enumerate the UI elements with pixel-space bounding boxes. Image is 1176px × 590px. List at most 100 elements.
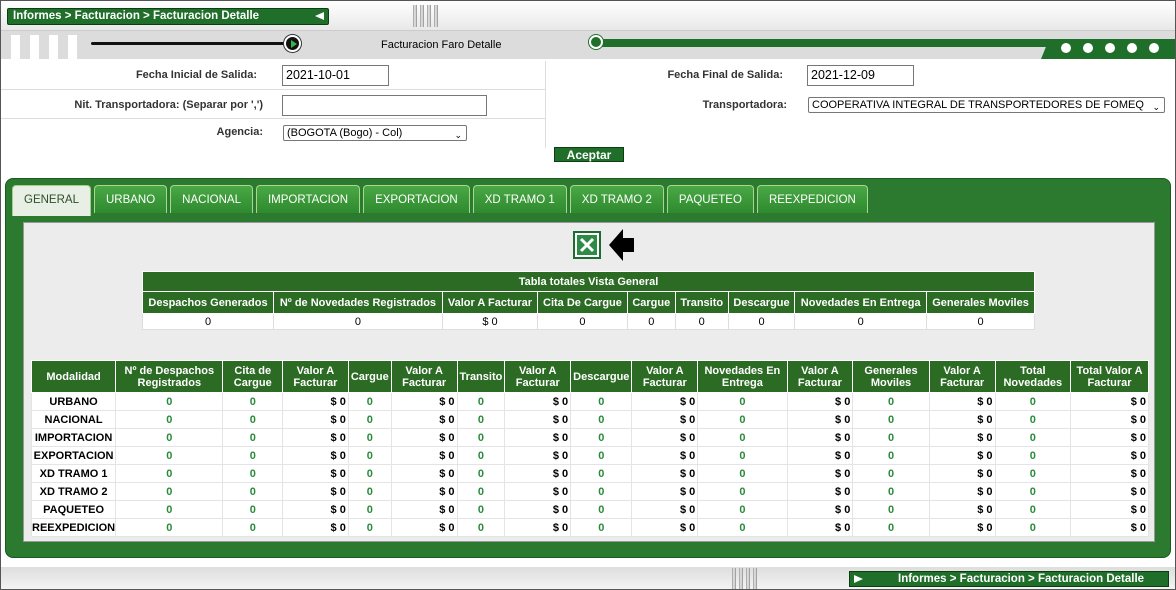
table-cell: 0 xyxy=(115,482,224,501)
table-cell: 0 xyxy=(115,392,224,411)
table-cell: $ 0 xyxy=(928,392,996,411)
breadcrumb[interactable]: Informes > Facturacion > Facturacion Det… xyxy=(7,8,329,25)
stripes-decoration xyxy=(11,35,77,59)
tab-general[interactable]: GENERAL xyxy=(12,185,91,216)
table-cell: $ 0 xyxy=(282,392,349,411)
detail-header-cell: Transito xyxy=(456,360,506,393)
tab-importacion[interactable]: IMPORTACION xyxy=(255,185,361,213)
tab-reexpedicion[interactable]: REEXPEDICION xyxy=(756,185,868,213)
table-cell: $ 0 xyxy=(282,518,349,537)
modalidad-cell: REEXPEDICION xyxy=(30,518,117,537)
summary-header-cell: Cargue xyxy=(626,291,676,314)
table-cell: $ 0 xyxy=(1070,428,1149,447)
detail-table: Modalidad Nº de Despachos Registrados Cita… xyxy=(30,360,1149,537)
table-cell: 0 xyxy=(456,482,506,501)
table-cell: $ 0 xyxy=(282,410,349,429)
summary-header-cell: Generales Moviles xyxy=(926,291,1035,314)
table-cell: $ 0 xyxy=(504,410,572,429)
table-cell: $ 0 xyxy=(390,518,458,537)
table-cell: 0 xyxy=(852,518,930,537)
table-cell: $ 0 xyxy=(786,428,854,447)
table-cell: 0 xyxy=(994,464,1072,483)
summary-values-row: 0 0 $ 0000000 xyxy=(141,313,1035,330)
tab-xd-tramo-2[interactable]: XD TRAMO 2 xyxy=(569,185,664,213)
table-cell: $ 0 xyxy=(631,518,699,537)
breadcrumb-text: Informes > Facturacion > Facturacion Det… xyxy=(13,10,260,22)
table-cell: 0 xyxy=(222,500,284,519)
table-row: XD TRAMO 2 0 0 $ 0 0 $ 0 0 $ 0 0 $ 0 0 $ 0 0 $ 0 0 $ 0 xyxy=(30,482,1149,501)
table-cell: 0 xyxy=(570,410,633,429)
modalidad-cell: NACIONAL xyxy=(30,410,117,429)
collapse-arrow-icon[interactable] xyxy=(315,12,324,20)
table-cell: $ 0 xyxy=(1070,482,1149,501)
table-cell: 0 xyxy=(697,392,788,411)
tab-exportacion[interactable]: EXPORTACION xyxy=(363,185,470,213)
table-cell: $ 0 xyxy=(1070,392,1149,411)
summary-value-cell: 0 xyxy=(926,313,1035,330)
table-cell: 0 xyxy=(347,392,392,411)
tab-content: Tabla totales Vista General Despachos Ge… xyxy=(23,222,1155,542)
table-cell: $ 0 xyxy=(282,446,349,465)
table-cell: 0 xyxy=(697,446,788,465)
summary-header-cell: Nº de Novedades Registrados xyxy=(273,291,443,314)
detail-header-cell: Valor A Facturar xyxy=(786,360,854,393)
tab-urbano[interactable]: URBANO xyxy=(93,185,168,213)
fecha-inicial-input[interactable]: 2021-10-01 xyxy=(282,65,389,86)
app-frame: Informes > Facturacion > Facturacion Det… xyxy=(0,0,1176,590)
table-cell: $ 0 xyxy=(282,500,349,519)
summary-header-cell: Cita De Cargue xyxy=(537,291,628,314)
top-strip: Informes > Facturacion > Facturacion Det… xyxy=(1,1,1175,31)
tab-xd-tramo-1[interactable]: XD TRAMO 1 xyxy=(472,185,567,213)
transportadora-select[interactable]: COOPERATIVA INTEGRAL DE TRANSPORTEDORES … xyxy=(808,97,1165,113)
summary-value-cell: 0 xyxy=(727,313,796,330)
play-knob-icon xyxy=(284,35,301,52)
summary-header-cell: Valor A Facturar xyxy=(441,291,539,314)
table-cell: $ 0 xyxy=(390,464,458,483)
table-cell: 0 xyxy=(115,518,224,537)
table-cell: $ 0 xyxy=(282,482,349,501)
table-cell: 0 xyxy=(697,428,788,447)
table-cell: $ 0 xyxy=(786,464,854,483)
tab-nacional[interactable]: NACIONAL xyxy=(170,185,253,213)
table-cell: 0 xyxy=(222,446,284,465)
table-cell: $ 0 xyxy=(786,500,854,519)
fecha-final-input[interactable]: 2021-12-09 xyxy=(807,65,914,86)
table-cell: 0 xyxy=(570,500,633,519)
table-cell: $ 0 xyxy=(282,428,349,447)
breadcrumb-bottom[interactable]: Informes > Facturacion > Facturacion Det… xyxy=(849,571,1169,587)
nit-input[interactable] xyxy=(282,95,487,116)
expand-arrow-icon[interactable] xyxy=(854,575,863,583)
table-cell: $ 0 xyxy=(390,392,458,411)
modalidad-cell: URBANO xyxy=(30,392,117,411)
table-cell: 0 xyxy=(697,410,788,429)
excel-export-icon[interactable] xyxy=(573,231,601,259)
table-cell: 0 xyxy=(456,500,506,519)
agencia-select[interactable]: (BOGOTA (Bogo) - Col) ⌄ xyxy=(283,125,467,141)
table-cell: 0 xyxy=(994,500,1072,519)
modalidad-cell: EXPORTACION xyxy=(30,446,117,465)
table-cell: $ 0 xyxy=(631,410,699,429)
aceptar-button[interactable]: Aceptar xyxy=(554,147,624,162)
filter-form: Fecha Inicial de Salida: 2021-10-01 Fech… xyxy=(1,61,1175,162)
table-cell: $ 0 xyxy=(390,428,458,447)
table-cell: 0 xyxy=(115,428,224,447)
table-cell: 0 xyxy=(456,446,506,465)
table-cell: $ 0 xyxy=(1070,410,1149,429)
table-cell: $ 0 xyxy=(390,482,458,501)
table-cell: 0 xyxy=(456,428,506,447)
summary-value-cell: 0 xyxy=(273,313,443,330)
detail-header-cell: Descargue xyxy=(570,360,633,393)
detail-header-cell: Valor A Facturar xyxy=(631,360,699,393)
table-cell: $ 0 xyxy=(928,446,996,465)
detail-header-cell: Total Novedades xyxy=(994,360,1072,393)
modalidad-cell: XD TRAMO 2 xyxy=(30,482,117,501)
summary-value-cell: 0 xyxy=(141,313,275,330)
table-cell: $ 0 xyxy=(390,446,458,465)
table-cell: 0 xyxy=(347,428,392,447)
green-dot-decoration xyxy=(589,35,603,49)
table-cell: 0 xyxy=(994,482,1072,501)
table-row: NACIONAL 0 0 $ 0 0 $ 0 0 $ 0 0 $ 0 0 $ 0 0 $ 0 0 $ 0 xyxy=(30,410,1149,429)
detail-header-cell: Modalidad xyxy=(30,360,117,393)
tab-paqueteo[interactable]: PAQUETEO xyxy=(666,185,754,213)
table-cell: 0 xyxy=(697,500,788,519)
